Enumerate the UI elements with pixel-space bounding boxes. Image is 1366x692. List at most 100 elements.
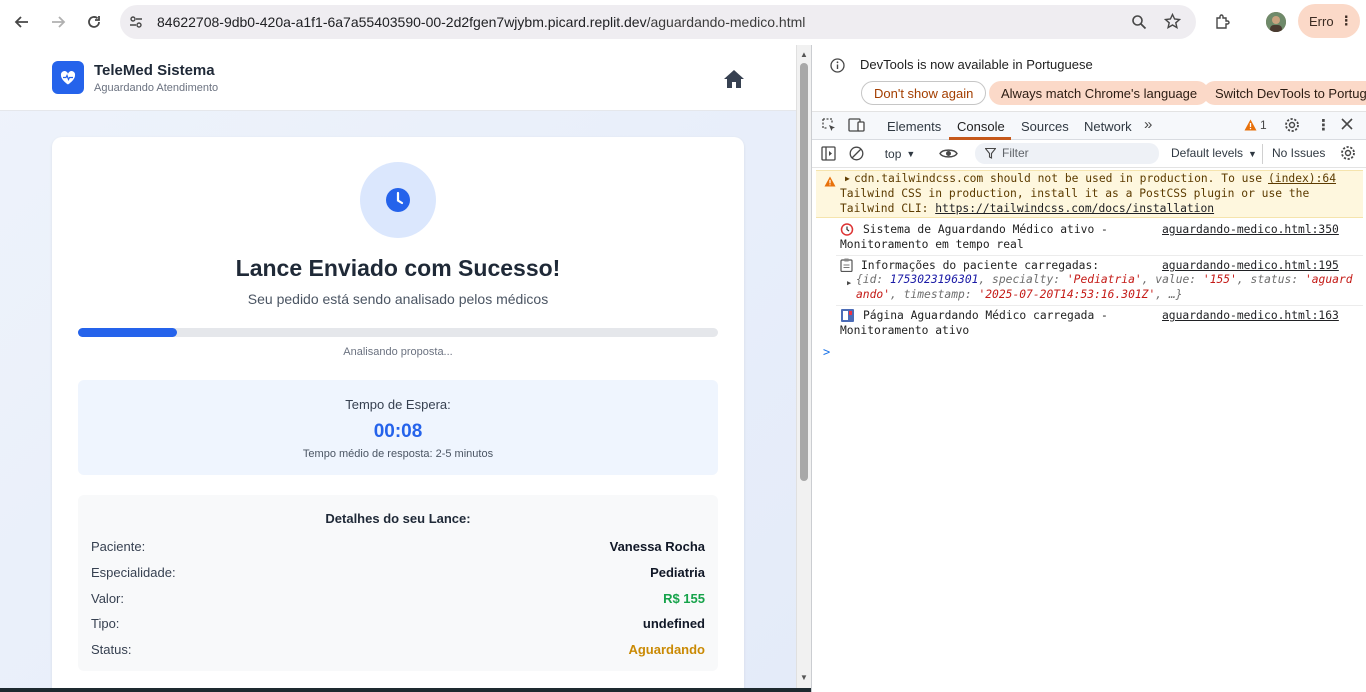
divider (836, 255, 1363, 256)
bid-details-title: Detalhes do seu Lance: (325, 511, 471, 526)
detail-row: Especialidade: Pediatria (91, 565, 705, 583)
issues-link[interactable]: No Issues (1272, 146, 1325, 160)
devtools-panel: DevTools is now available in Portuguese … (811, 45, 1366, 692)
detail-value: Aguardando (628, 642, 705, 657)
wait-time-value: 00:08 (373, 421, 423, 442)
obj-timestamp: '2025-07-20T14:53:16.301Z' (978, 288, 1156, 301)
tailwind-docs-link[interactable]: https://tailwindcss.com/docs/installatio… (935, 202, 1214, 215)
console-prompt[interactable]: > (823, 345, 830, 359)
log-source-link[interactable]: aguardando-medico.html:350 (1162, 223, 1339, 236)
issue-count: 1 (1260, 118, 1267, 132)
obj-id: 1753023196301 (890, 273, 979, 286)
object-preview[interactable]: {id: 1753023196301, specialty: 'Pediatri… (856, 273, 1353, 286)
wait-time-note: Tempo médio de resposta: 2-5 minutos (302, 448, 494, 460)
settings-gear-icon[interactable] (1284, 117, 1300, 136)
log-text: Informações do paciente carregadas: (861, 259, 1100, 272)
detail-label: Paciente: (91, 539, 146, 554)
obj-specialty: 'Pediatria' (1066, 273, 1142, 286)
url-text[interactable]: 84622708-9db0-420a-a1f1-6a7a55403590-00-… (157, 14, 805, 30)
forward-icon[interactable] (47, 11, 69, 33)
device-toolbar-icon[interactable] (848, 117, 865, 136)
profile-error-label: Erro (1309, 13, 1334, 29)
detail-row: Valor: R$ 155 (91, 591, 705, 609)
url-path: /aguardando-medico.html (646, 14, 806, 30)
detail-value: Vanessa Rocha (609, 539, 705, 554)
kebab-menu-icon: ⋮ (1339, 13, 1353, 28)
sidebar-toggle-icon[interactable] (821, 146, 836, 164)
warning-text: Tailwind CSS in production, install it a… (840, 187, 1310, 200)
log-source-link[interactable]: aguardando-medico.html:195 (1162, 259, 1339, 272)
close-devtools-icon[interactable] (1340, 117, 1354, 134)
issues-counter[interactable]: 1 (1244, 118, 1267, 132)
bid-details-panel: Detalhes do seu Lance: Paciente: Vanessa … (78, 495, 718, 671)
console-settings-gear-icon[interactable] (1340, 145, 1356, 164)
detail-label: Tipo: (91, 616, 120, 631)
scroll-up-icon[interactable]: ▲ (800, 50, 808, 59)
warning-source-link[interactable]: (index):64 (1268, 172, 1336, 185)
back-icon[interactable] (11, 11, 33, 33)
detail-value: R$ 155 (663, 591, 705, 606)
progress-bar (78, 328, 718, 337)
site-info-icon[interactable] (128, 14, 144, 33)
heart-pulse-logo-icon (52, 61, 84, 94)
expand-object-triangle-icon[interactable]: ▶ (847, 279, 851, 287)
warning-text: cdn.tailwindcss.com should not be used i… (854, 172, 1263, 185)
log-text: Monitoramento ativo (840, 324, 970, 337)
detail-value: Pediatria (650, 565, 705, 580)
live-expression-eye-icon[interactable] (939, 147, 958, 163)
obj-status: 'aguard (1304, 273, 1353, 286)
browser-toolbar: 84622708-9db0-420a-a1f1-6a7a55403590-00-… (0, 0, 1366, 45)
context-selector[interactable]: top ▼ (876, 144, 924, 164)
brand-title: TeleMed Sistema (94, 62, 215, 79)
page-title: Lance Enviado com Sucesso! (235, 255, 561, 281)
url-host: 84622708-9db0-420a-a1f1-6a7a55403590-00-… (157, 14, 647, 30)
reload-icon[interactable] (83, 11, 105, 33)
taskbar-edge (0, 688, 811, 692)
console-warning-message[interactable]: ▶ cdn.tailwindcss.com should not be used… (816, 170, 1363, 218)
wait-time-panel: Tempo de Espera: 00:08 Tempo médio de re… (78, 380, 718, 475)
warning-icon (824, 176, 836, 187)
tab-sources[interactable]: Sources (1021, 119, 1069, 134)
wait-time-title: Tempo de Espera: (345, 397, 451, 412)
detail-label: Status: (91, 642, 132, 657)
warning-text-line: Tailwind CLI: https://tailwindcss.com/do… (840, 202, 1214, 215)
extensions-icon[interactable] (1214, 13, 1231, 33)
match-language-button[interactable]: Always match Chrome's language (989, 81, 1210, 105)
detail-label: Valor: (91, 591, 124, 606)
tab-elements[interactable]: Elements (887, 119, 941, 134)
warning-text: Tailwind CLI: (840, 202, 936, 215)
obj-status-cont: ando' (856, 288, 891, 301)
profile-error-button[interactable]: Erro ⋮ (1298, 4, 1360, 38)
detail-value: undefined (642, 616, 705, 631)
devtools-menu-icon[interactable]: ⋮ (1316, 116, 1331, 134)
log-text: Sistema de Aguardando Médico ativo - (863, 223, 1108, 236)
dont-show-again-button[interactable]: Don't show again (861, 81, 987, 105)
info-icon (830, 58, 845, 76)
scrollbar-thumb[interactable] (800, 63, 808, 481)
brand-subtitle: Aguardando Atendimento (94, 82, 219, 94)
bookmark-star-icon[interactable] (1163, 12, 1182, 33)
page-scrollbar[interactable]: ▲ ▼ (796, 45, 811, 688)
warning-icon (1244, 119, 1257, 131)
tab-network[interactable]: Network (1084, 119, 1132, 134)
devtools-language-infobar: DevTools is now available in Portuguese … (812, 45, 1366, 112)
inspect-element-icon[interactable] (821, 117, 837, 136)
log-source-link[interactable]: aguardando-medico.html:163 (1162, 309, 1339, 322)
profile-avatar[interactable] (1266, 12, 1286, 32)
clock-icon (360, 162, 436, 238)
clear-console-icon[interactable] (849, 146, 864, 164)
switch-language-button[interactable]: Switch DevTools to Portuguese (1203, 81, 1366, 105)
log-levels-dropdown[interactable]: Default levels ▼ (1171, 146, 1257, 160)
scroll-down-icon[interactable]: ▼ (800, 673, 808, 682)
obj-value: '155' (1202, 273, 1237, 286)
status-card: Lance Enviado com Sucesso! Seu pedido es… (52, 137, 744, 688)
zoom-search-icon[interactable] (1131, 14, 1147, 33)
devtools-tabbar: Elements Console Sources Network » 1 ⋮ (812, 112, 1366, 140)
tab-console[interactable]: Console (957, 119, 1005, 134)
more-tabs-chevron-icon[interactable]: » (1144, 116, 1152, 133)
expand-triangle-icon[interactable]: ▶ (845, 174, 850, 183)
console-filter-input[interactable]: Filter (975, 143, 1159, 164)
detail-row: Paciente: Vanessa Rocha (91, 539, 705, 557)
home-icon[interactable] (723, 69, 745, 92)
app-header: TeleMed Sistema Aguardando Atendimento (0, 45, 796, 111)
